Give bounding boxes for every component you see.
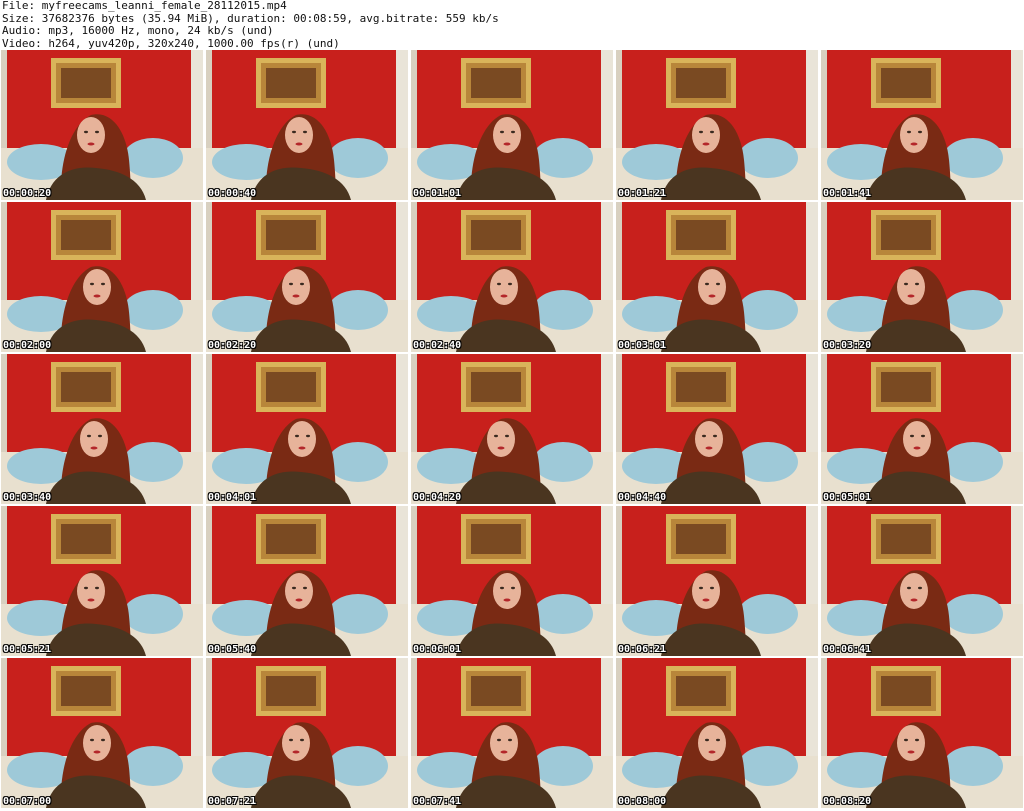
frame-timestamp: 00:07:41	[413, 796, 462, 807]
frame-image	[411, 50, 613, 200]
video-frame-thumbnail[interactable]: 00:06:01	[411, 506, 613, 656]
frame-timestamp: 00:03:20	[823, 340, 872, 351]
frame-timestamp: 00:05:01	[823, 492, 872, 503]
video-frame-thumbnail[interactable]: 00:05:01	[821, 354, 1023, 504]
frame-timestamp: 00:08:00	[618, 796, 667, 807]
frame-timestamp: 00:02:00	[3, 340, 52, 351]
video-frame-thumbnail[interactable]: 00:01:01	[411, 50, 613, 200]
frame-image	[1, 50, 203, 200]
frame-timestamp: 00:01:21	[618, 188, 667, 199]
frame-timestamp: 00:07:21	[208, 796, 257, 807]
frame-image	[411, 658, 613, 808]
frame-image	[411, 354, 613, 504]
video-frame-thumbnail[interactable]: 00:08:00	[616, 658, 818, 808]
video-frame-thumbnail[interactable]: 00:07:41	[411, 658, 613, 808]
frame-image	[821, 50, 1023, 200]
frame-image	[616, 202, 818, 352]
frame-timestamp: 00:05:40	[208, 644, 257, 655]
video-frame-thumbnail[interactable]: 00:05:21	[1, 506, 203, 656]
frame-image	[206, 202, 408, 352]
video-frame-thumbnail[interactable]: 00:02:20	[206, 202, 408, 352]
video-frame-thumbnail[interactable]: 00:07:21	[206, 658, 408, 808]
video-frame-thumbnail[interactable]: 00:04:01	[206, 354, 408, 504]
frame-timestamp: 00:06:41	[823, 644, 872, 655]
video-frame-thumbnail[interactable]: 00:03:40	[1, 354, 203, 504]
video-frame-thumbnail[interactable]: 00:01:41	[821, 50, 1023, 200]
frame-timestamp: 00:01:41	[823, 188, 872, 199]
video-frame-thumbnail[interactable]: 00:02:00	[1, 202, 203, 352]
video-frame-thumbnail[interactable]: 00:07:00	[1, 658, 203, 808]
frame-image	[206, 658, 408, 808]
video-frame-thumbnail[interactable]: 00:08:20	[821, 658, 1023, 808]
frame-image	[411, 506, 613, 656]
thumbnail-grid: 00:00:20 00:00:40 00:01:01 00:01:21 00:01:41…	[1, 50, 1023, 810]
frame-image	[1, 354, 203, 504]
frame-image	[411, 202, 613, 352]
frame-image	[616, 658, 818, 808]
frame-timestamp: 00:06:21	[618, 644, 667, 655]
file-info-header: File: myfreecams_leanni_female_28112015.…	[2, 0, 499, 50]
frame-image	[1, 202, 203, 352]
frame-image	[821, 506, 1023, 656]
frame-image	[616, 354, 818, 504]
frame-timestamp: 00:04:20	[413, 492, 462, 503]
frame-image	[821, 354, 1023, 504]
frame-timestamp: 00:04:40	[618, 492, 667, 503]
frame-timestamp: 00:04:01	[208, 492, 257, 503]
frame-image	[616, 50, 818, 200]
video-frame-thumbnail[interactable]: 00:04:20	[411, 354, 613, 504]
frame-timestamp: 00:03:40	[3, 492, 52, 503]
frame-timestamp: 00:01:01	[413, 188, 462, 199]
video-frame-thumbnail[interactable]: 00:01:21	[616, 50, 818, 200]
frame-image	[206, 506, 408, 656]
video-frame-thumbnail[interactable]: 00:00:20	[1, 50, 203, 200]
frame-image	[206, 354, 408, 504]
frame-image	[821, 658, 1023, 808]
frame-timestamp: 00:02:20	[208, 340, 257, 351]
frame-timestamp: 00:08:20	[823, 796, 872, 807]
video-frame-thumbnail[interactable]: 00:03:01	[616, 202, 818, 352]
frame-timestamp: 00:00:40	[208, 188, 257, 199]
frame-image	[206, 50, 408, 200]
video-frame-thumbnail[interactable]: 00:06:21	[616, 506, 818, 656]
frame-timestamp: 00:00:20	[3, 188, 52, 199]
frame-timestamp: 00:06:01	[413, 644, 462, 655]
video-frame-thumbnail[interactable]: 00:02:40	[411, 202, 613, 352]
audio-info-line: Audio: mp3, 16000 Hz, mono, 24 kb/s (und…	[2, 24, 274, 37]
frame-timestamp: 00:05:21	[3, 644, 52, 655]
video-frame-thumbnail[interactable]: 00:06:41	[821, 506, 1023, 656]
video-frame-thumbnail[interactable]: 00:00:40	[206, 50, 408, 200]
video-frame-thumbnail[interactable]: 00:04:40	[616, 354, 818, 504]
video-info-line: Video: h264, yuv420p, 320x240, 1000.00 f…	[2, 36, 340, 50]
frame-image	[616, 506, 818, 656]
video-frame-thumbnail[interactable]: 00:03:20	[821, 202, 1023, 352]
file-name-line: File: myfreecams_leanni_female_28112015.…	[2, 0, 287, 12]
frame-timestamp: 00:07:00	[3, 796, 52, 807]
frame-timestamp: 00:03:01	[618, 340, 667, 351]
video-frame-thumbnail[interactable]: 00:05:40	[206, 506, 408, 656]
frame-timestamp: 00:02:40	[413, 340, 462, 351]
frame-image	[1, 658, 203, 808]
frame-image	[821, 202, 1023, 352]
frame-image	[1, 506, 203, 656]
